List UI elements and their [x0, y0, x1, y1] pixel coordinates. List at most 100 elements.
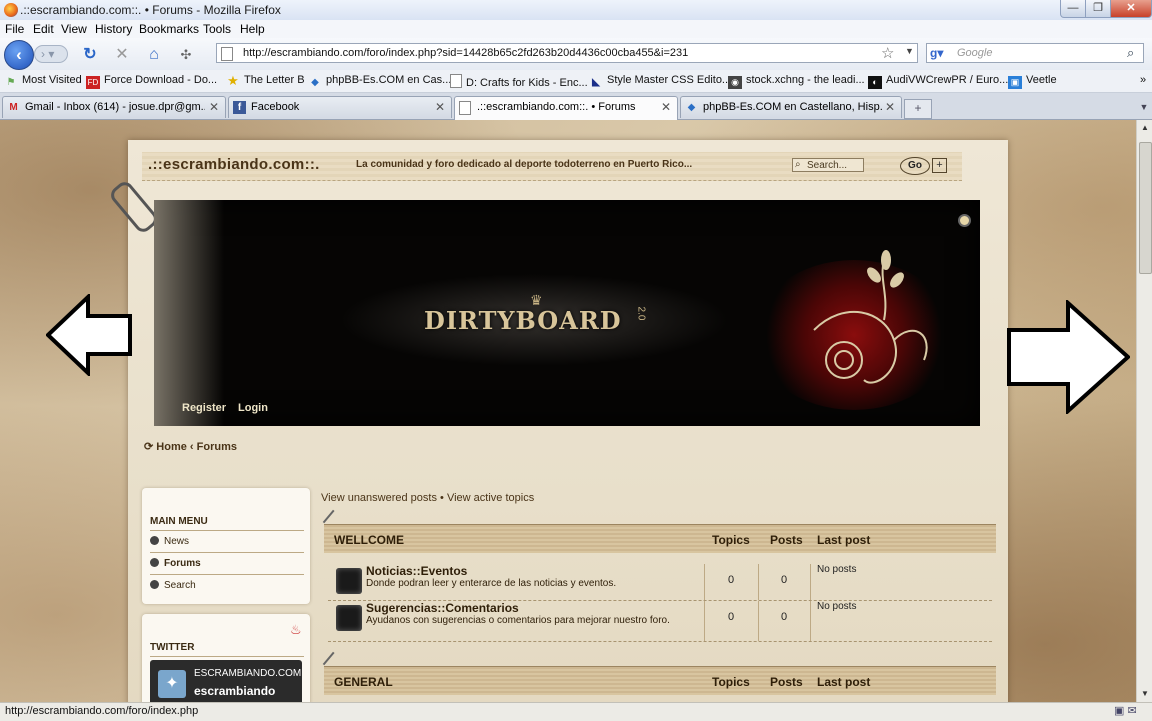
- bookmark-force-download[interactable]: FD Force Download - Do...: [86, 74, 217, 89]
- tab-label: phpBB-Es.COM en Castellano, Hisp...: [703, 101, 883, 113]
- posts-count: 0: [780, 574, 788, 586]
- menu-item-search[interactable]: Search: [150, 580, 196, 591]
- bookmark-phpbb[interactable]: ◆ phpBB-Es.COM en Cas...: [308, 74, 451, 89]
- menu-edit[interactable]: Edit: [33, 22, 54, 36]
- google-icon[interactable]: g▾: [930, 46, 944, 60]
- view-active-link[interactable]: View active topics: [447, 492, 534, 504]
- vertical-scrollbar[interactable]: ▲ ▼: [1136, 120, 1152, 702]
- maximize-button[interactable]: ❐: [1085, 0, 1111, 18]
- fd-icon: FD: [86, 76, 100, 89]
- status-addon-icons[interactable]: ▣ ✉: [1114, 704, 1137, 717]
- posts-count: 0: [780, 611, 788, 623]
- twitter-profile-card[interactable]: ✦ ESCRAMBIANDO.COM escrambiando: [150, 660, 302, 702]
- tab-gmail[interactable]: M Gmail - Inbox (614) - josue.dpr@gm... …: [2, 96, 226, 118]
- bookmark-audivwcrew[interactable]: ◐ AudiVWCrewPR / Euro...: [868, 74, 1008, 89]
- bookmark-star-icon[interactable]: ☆: [881, 44, 894, 62]
- url-text: http://escrambiando.com/foro/index.php?s…: [243, 47, 689, 59]
- page-icon: [459, 101, 471, 115]
- menu-view[interactable]: View: [61, 22, 87, 36]
- tab-phpbb[interactable]: ◆ phpBB-Es.COM en Castellano, Hisp... ✕: [680, 96, 902, 118]
- divider: [150, 656, 304, 657]
- menu-bookmarks[interactable]: Bookmarks: [139, 22, 199, 36]
- bookmark-veetle[interactable]: ▣ Veetle: [1008, 74, 1057, 89]
- new-tab-button[interactable]: +: [904, 99, 932, 119]
- divider: [810, 564, 811, 600]
- forum-name[interactable]: Noticias::Eventos: [366, 564, 467, 578]
- divider: [150, 574, 304, 575]
- forward-button[interactable]: › ▾: [34, 45, 68, 63]
- page-icon: [221, 47, 233, 61]
- grunge-texture: [154, 200, 224, 426]
- phpbb-icon: ◆: [687, 102, 696, 113]
- divider: [150, 530, 304, 531]
- divider: [150, 552, 304, 553]
- stop-icon[interactable]: ✕: [112, 45, 132, 65]
- bookmark-stock-xchng[interactable]: ◉ stock.xchng - the leadi...: [728, 74, 865, 89]
- close-tab-icon[interactable]: ✕: [209, 100, 219, 114]
- scroll-thumb[interactable]: [1139, 142, 1152, 274]
- menu-history[interactable]: History: [95, 22, 132, 36]
- forum-description: Donde podran leer y enterarce de las not…: [366, 578, 617, 589]
- tab-facebook[interactable]: f Facebook ✕: [228, 96, 452, 118]
- menu-item-forums[interactable]: Forums: [150, 558, 201, 569]
- topic-links: View unanswered posts • View active topi…: [321, 492, 534, 504]
- go-button[interactable]: Go: [900, 157, 930, 175]
- bookmark-most-visited[interactable]: ⚑ Most Visited: [4, 74, 82, 89]
- chevron-down-icon[interactable]: ▼: [905, 46, 914, 56]
- breadcrumb-home[interactable]: Home: [156, 441, 187, 453]
- menu-tools[interactable]: Tools: [203, 22, 231, 36]
- corner-decoration: [322, 509, 346, 533]
- menu-file[interactable]: File: [5, 22, 24, 36]
- banner-dot-decoration: [958, 214, 971, 227]
- corner-decoration: [322, 651, 346, 675]
- bookmark-style-master[interactable]: ◣ Style Master CSS Edito...: [589, 74, 731, 89]
- tab-list-icon[interactable]: ▼: [1138, 98, 1150, 116]
- view-unanswered-link[interactable]: View unanswered posts: [321, 492, 437, 504]
- category-name[interactable]: GENERAL: [334, 675, 393, 689]
- addon-icon[interactable]: ✣: [176, 45, 196, 65]
- back-button[interactable]: ‹: [4, 40, 34, 70]
- forum-description: Ayudanos con sugerencias o comentarios p…: [366, 615, 670, 626]
- login-link[interactable]: Login: [238, 402, 268, 414]
- twitter-handle: escrambiando: [194, 684, 276, 698]
- scroll-down-icon[interactable]: ▼: [1137, 686, 1152, 702]
- header-posts: Posts: [770, 533, 803, 547]
- tab-escrambiando[interactable]: .::escrambiando.com::. • Forums ✕: [454, 96, 678, 120]
- divider: [758, 601, 759, 641]
- paperclip-decoration: [107, 178, 161, 236]
- close-tab-icon[interactable]: ✕: [661, 100, 671, 114]
- home-icon[interactable]: ⌂: [144, 45, 164, 65]
- bookmarks-overflow-icon[interactable]: »: [1140, 74, 1146, 86]
- bookmarks-toolbar: ⚑ Most Visited FD Force Download - Do... ★…: [0, 70, 1152, 93]
- minimize-button[interactable]: —: [1060, 0, 1086, 18]
- category-header: WELLCOME Topics Posts Last post: [322, 509, 996, 553]
- site-search-input[interactable]: ⌕ Search...: [792, 158, 864, 172]
- address-bar[interactable]: http://escrambiando.com/foro/index.php?s…: [216, 43, 918, 63]
- site-title[interactable]: .::escrambiando.com::.: [148, 156, 320, 173]
- forum-name[interactable]: Sugerencias::Comentarios: [366, 601, 519, 615]
- bookmark-crafts[interactable]: D: Crafts for Kids - Enc...: [450, 74, 588, 89]
- scroll-up-icon[interactable]: ▲: [1137, 120, 1152, 136]
- close-tab-icon[interactable]: ✕: [435, 100, 445, 114]
- topics-count: 0: [727, 611, 735, 623]
- divider: [704, 601, 705, 641]
- breadcrumb-forums[interactable]: Forums: [197, 441, 237, 453]
- category-name[interactable]: WELLCOME: [334, 533, 404, 547]
- search-bar[interactable]: g▾ Google ⌕: [926, 43, 1144, 63]
- breadcrumb-separator: ‹: [189, 441, 194, 453]
- site-description: La comunidad y foro dedicado al deporte …: [356, 159, 693, 170]
- search-icon[interactable]: ⌕: [1127, 45, 1134, 61]
- bullet-icon: [150, 536, 159, 545]
- close-tab-icon[interactable]: ✕: [885, 100, 895, 114]
- register-link[interactable]: Register: [182, 402, 226, 414]
- forum-row: Noticias::Eventos Donde podran leer y en…: [328, 564, 992, 601]
- reload-icon[interactable]: ↻: [80, 45, 100, 65]
- menu-item-news[interactable]: News: [150, 536, 189, 547]
- menu-help[interactable]: Help: [240, 22, 265, 36]
- twitter-bird-icon: ✦: [158, 670, 186, 698]
- twitter-box: ♨ TWITTER ✦ ESCRAMBIANDO.COM escrambiand…: [142, 614, 310, 702]
- advanced-search-button[interactable]: +: [932, 158, 947, 173]
- header-topics: Topics: [712, 533, 750, 547]
- close-button[interactable]: ✕: [1110, 0, 1152, 18]
- bookmark-letter-b[interactable]: ★ The Letter B: [226, 74, 304, 87]
